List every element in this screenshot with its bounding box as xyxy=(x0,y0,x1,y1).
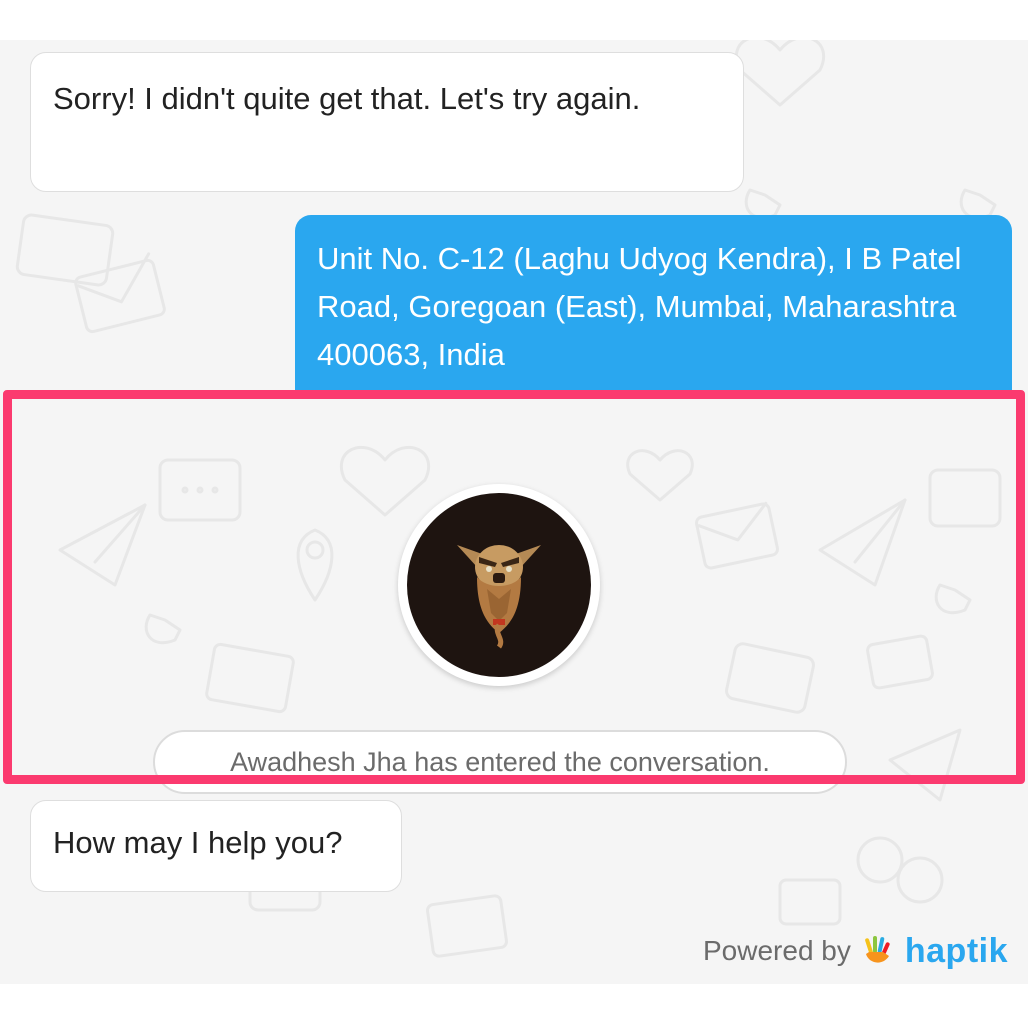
powered-by-footer[interactable]: Powered by haptik xyxy=(703,928,1008,974)
bot-message-help: How may I help you? xyxy=(30,800,402,892)
bot-message-retry-text: Sorry! I didn't quite get that. Let's tr… xyxy=(53,81,641,116)
powered-by-label: Powered by xyxy=(703,935,851,966)
haptik-brand: haptik xyxy=(904,931,1008,970)
highlight-box xyxy=(3,390,1025,784)
user-message-address-text: Unit No. C-12 (Laghu Udyog Kendra), I B … xyxy=(317,241,962,372)
bot-message-help-text: How may I help you? xyxy=(53,825,343,860)
bot-message-retry: Sorry! I didn't quite get that. Let's tr… xyxy=(30,52,744,192)
hand-logo-icon xyxy=(865,936,890,963)
user-message-address: Unit No. C-12 (Laghu Udyog Kendra), I B … xyxy=(295,215,1012,390)
